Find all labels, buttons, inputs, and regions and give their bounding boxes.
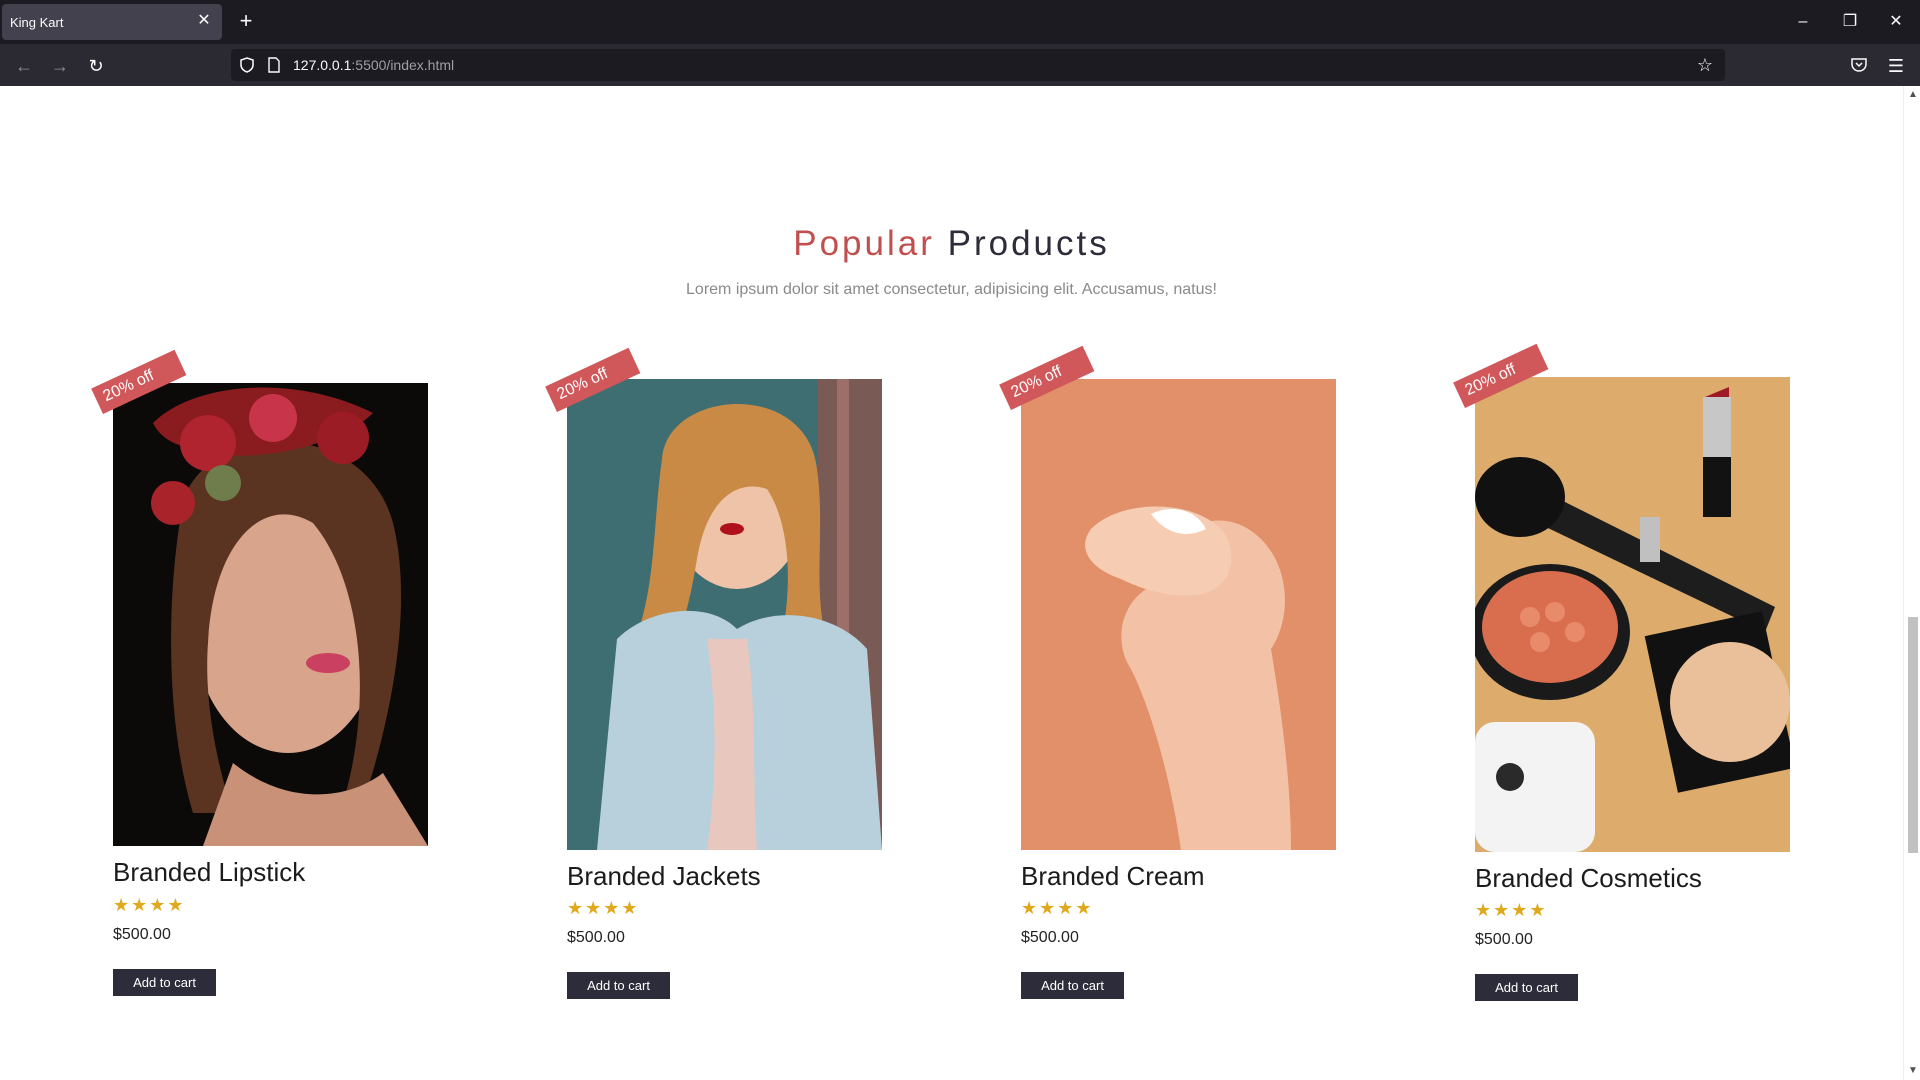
- product-name[interactable]: Branded Lipstick: [113, 857, 305, 888]
- tab-title: King Kart: [10, 15, 64, 30]
- portrait-image: [113, 383, 428, 846]
- tab-bar: King Kart ✕ + – ❐ ✕: [0, 0, 1920, 44]
- navigation-bar: ← → ↻ 127.0.0.1:5500/index.html ☆ ☰: [0, 44, 1920, 86]
- scroll-up-icon[interactable]: ▲: [1906, 88, 1920, 102]
- new-tab-button[interactable]: +: [236, 10, 256, 32]
- scroll-down-icon[interactable]: ▼: [1906, 1064, 1920, 1078]
- product-name[interactable]: Branded Jackets: [567, 861, 761, 892]
- reload-icon[interactable]: ↻: [84, 54, 108, 78]
- scroll-thumb[interactable]: [1908, 617, 1918, 853]
- rating-stars: ★★★★: [113, 895, 186, 915]
- section-title: Popular Products: [0, 224, 1903, 264]
- bookmark-star-icon[interactable]: ☆: [1695, 55, 1715, 75]
- jacket-image: [567, 379, 882, 850]
- add-to-cart-button[interactable]: Add to cart: [567, 972, 670, 999]
- cream-image: [1021, 379, 1336, 850]
- restore-icon[interactable]: ❐: [1840, 12, 1860, 32]
- product-price: $500.00: [113, 926, 171, 943]
- shield-icon[interactable]: [239, 57, 255, 73]
- section-subtitle: Lorem ipsum dolor sit amet consectetur, …: [686, 281, 1217, 298]
- title-accent: Popular: [793, 224, 935, 263]
- cosmetics-image: [1475, 377, 1790, 852]
- forward-icon[interactable]: →: [48, 54, 72, 78]
- add-to-cart-button[interactable]: Add to cart: [1475, 974, 1578, 1001]
- close-tab-icon[interactable]: ✕: [196, 13, 212, 29]
- back-icon[interactable]: ←: [12, 54, 36, 78]
- page-icon: [268, 57, 280, 73]
- product-price: $500.00: [1021, 929, 1079, 946]
- product-name[interactable]: Branded Cosmetics: [1475, 863, 1702, 894]
- title-main: Products: [947, 224, 1110, 263]
- rating-stars: ★★★★: [1021, 898, 1094, 918]
- product-card: Branded Cream ★★★★ $500.00 Add to cart: [1021, 379, 1336, 999]
- add-to-cart-button[interactable]: Add to cart: [1021, 972, 1124, 999]
- product-card: Branded Cosmetics ★★★★ $500.00 Add to ca…: [1475, 377, 1790, 1001]
- browser-tab[interactable]: King Kart ✕: [2, 4, 222, 40]
- product-price: $500.00: [1475, 931, 1533, 948]
- url-path: :5500/index.html: [351, 57, 455, 73]
- add-to-cart-button[interactable]: Add to cart: [113, 969, 216, 996]
- product-price: $500.00: [567, 929, 625, 946]
- url-text[interactable]: 127.0.0.1:5500/index.html: [293, 57, 454, 73]
- vertical-scrollbar[interactable]: ▲ ▼: [1903, 86, 1920, 1080]
- close-window-icon[interactable]: ✕: [1886, 12, 1906, 32]
- minimize-icon[interactable]: –: [1793, 12, 1813, 32]
- url-host: 127.0.0.1: [293, 57, 352, 73]
- product-card: Branded Lipstick ★★★★ $500.00 Add to car…: [113, 383, 428, 996]
- product-image[interactable]: [1021, 379, 1336, 850]
- product-card: Branded Jackets ★★★★ $500.00 Add to cart: [567, 379, 882, 999]
- menu-icon[interactable]: ☰: [1884, 54, 1908, 78]
- pocket-icon[interactable]: [1850, 56, 1868, 74]
- product-image[interactable]: [1475, 377, 1790, 852]
- product-name[interactable]: Branded Cream: [1021, 861, 1205, 892]
- page-content: Popular Products Lorem ipsum dolor sit a…: [0, 86, 1903, 1080]
- product-image[interactable]: [113, 383, 428, 846]
- rating-stars: ★★★★: [567, 898, 640, 918]
- url-bar[interactable]: 127.0.0.1:5500/index.html ☆: [231, 49, 1725, 81]
- product-image[interactable]: [567, 379, 882, 850]
- rating-stars: ★★★★: [1475, 900, 1548, 920]
